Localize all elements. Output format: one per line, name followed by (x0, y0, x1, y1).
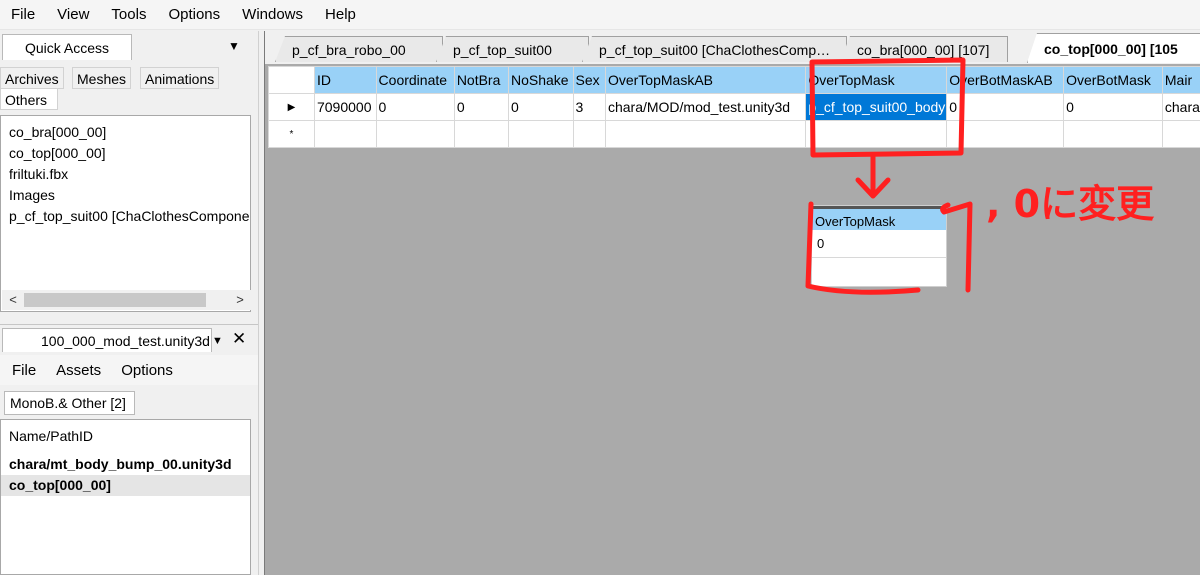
grid-cell[interactable]: 7090000 (313, 93, 377, 121)
others-list: co_bra[000_00] co_top[000_00] friltuki.f… (0, 115, 251, 312)
asset-list: Name/PathID chara/mt_body_bump_00.unity3… (0, 419, 251, 575)
result-grid-snippet: OverTopMask 0 (811, 205, 947, 287)
grid-cell[interactable] (572, 120, 606, 148)
file-sub-menu: File Assets Options (0, 355, 258, 385)
column-header[interactable]: OverTopMask (805, 66, 948, 94)
column-header[interactable]: Coordinate (375, 66, 455, 94)
doc-tab-active[interactable]: co_top[000_00] [105 (1027, 33, 1200, 63)
grid-cell[interactable]: 3 (572, 93, 606, 121)
list-item[interactable]: p_cf_top_suit00 [ChaClothesCompone (1, 206, 250, 227)
asset-list-header[interactable]: Name/PathID (1, 420, 250, 454)
file-tab-dropdown-icon[interactable]: ▼ (212, 335, 223, 347)
grid-cell[interactable] (313, 120, 377, 148)
tab-monob-other[interactable]: MonoB.& Other [2] (4, 391, 135, 415)
submenu-assets[interactable]: Assets (56, 362, 101, 379)
menu-windows[interactable]: Windows (242, 6, 303, 23)
menu-options[interactable]: Options (168, 6, 220, 23)
grid-cell[interactable]: chara/MOD/mod_test.unity3d (604, 93, 807, 121)
list-item[interactable]: co_bra[000_00] (1, 122, 250, 143)
grid-cell[interactable]: 0 (507, 93, 574, 121)
column-header[interactable]: NoShake (507, 66, 574, 94)
doc-tab[interactable]: co_bra[000_00] [107] (840, 36, 1008, 62)
result-column-header: OverTopMask (812, 206, 946, 230)
close-icon[interactable]: ✕ (232, 329, 246, 349)
grid-cell[interactable] (1161, 120, 1200, 148)
menu-view[interactable]: View (57, 6, 89, 23)
chevron-right-icon[interactable]: > (229, 290, 251, 310)
scrollbar-thumb[interactable] (24, 293, 206, 307)
file-tab-row: 100_000_mod_test.unity3d ▼ ✕ (0, 324, 258, 352)
column-header[interactable]: OverBotMaskAB (946, 66, 1065, 94)
category-tabs: Archives Meshes Animations Others (0, 67, 250, 111)
menu-help[interactable]: Help (325, 6, 356, 23)
column-header[interactable]: OverBotMask (1063, 66, 1163, 94)
grid-cell[interactable]: 0 (375, 93, 455, 121)
list-item[interactable]: Images (1, 185, 250, 206)
tab-others[interactable]: Others (0, 88, 58, 110)
result-cell: 0 (812, 230, 946, 258)
quick-access-tab[interactable]: Quick Access (2, 34, 132, 60)
quick-access-dropdown-icon[interactable]: ▼ (228, 39, 240, 53)
grid-cell[interactable] (1063, 120, 1163, 148)
grid-cell-selected[interactable]: p_cf_top_suit00_body (805, 93, 948, 121)
submenu-options[interactable]: Options (121, 362, 173, 379)
column-header[interactable]: NotBra (453, 66, 509, 94)
doc-tab[interactable]: p_cf_bra_robo_00 (275, 36, 443, 62)
column-header[interactable]: Mair (1161, 66, 1200, 94)
menu-file[interactable]: File (11, 6, 35, 23)
grid-corner[interactable] (268, 66, 315, 94)
grid-cell[interactable]: chara (1161, 93, 1200, 121)
horizontal-scrollbar[interactable]: < > (2, 290, 251, 310)
submenu-file[interactable]: File (12, 362, 36, 379)
tab-archives[interactable]: Archives (0, 67, 64, 89)
grid-cell[interactable]: 0 (1063, 93, 1163, 121)
new-row-marker[interactable]: * (268, 120, 315, 148)
asset-row[interactable]: chara/mt_body_bump_00.unity3d (1, 454, 250, 475)
grid-cell[interactable] (507, 120, 574, 148)
annotation-text: , 0に変更 (986, 182, 1155, 226)
doc-tab[interactable]: p_cf_top_suit00 [ChaClothesComp… (582, 36, 847, 62)
data-grid: ID Coordinate NotBra NoShake Sex OverTop… (268, 66, 1200, 148)
grid-cell[interactable] (805, 120, 948, 148)
file-tab[interactable]: 100_000_mod_test.unity3d (2, 328, 212, 352)
grid-cell[interactable] (375, 120, 455, 148)
grid-cell[interactable] (946, 120, 1065, 148)
doc-tab[interactable]: p_cf_top_suit00 (436, 36, 589, 62)
grid-cell[interactable] (604, 120, 807, 148)
tab-animations[interactable]: Animations (140, 67, 220, 89)
menubar: File View Tools Options Windows Help (0, 0, 1200, 30)
grid-cell[interactable]: 0 (946, 93, 1065, 121)
column-header[interactable]: Sex (572, 66, 606, 94)
new-row: * (268, 120, 1200, 148)
left-pane: Quick Access ▼ Archives Meshes Animation… (0, 31, 258, 575)
grid-cell[interactable]: 0 (453, 93, 509, 121)
document-tabs: p_cf_bra_robo_00 p_cf_top_suit00 p_cf_to… (265, 31, 1200, 64)
grid-cell[interactable] (453, 120, 509, 148)
tab-meshes[interactable]: Meshes (72, 67, 132, 89)
chevron-left-icon[interactable]: < (2, 290, 24, 310)
current-row-indicator-icon[interactable]: ▶ (268, 93, 315, 121)
list-item[interactable]: friltuki.fbx (1, 164, 250, 185)
list-item[interactable]: co_top[000_00] (1, 143, 250, 164)
editor-area: p_cf_bra_robo_00 p_cf_top_suit00 p_cf_to… (264, 31, 1200, 575)
column-header[interactable]: ID (313, 66, 377, 94)
table-row: ▶ 7090000 0 0 0 3 chara/MOD/mod_test.uni… (268, 93, 1200, 121)
asset-row[interactable]: co_top[000_00] (1, 475, 250, 496)
column-header[interactable]: OverTopMaskAB (604, 66, 807, 94)
menu-tools[interactable]: Tools (111, 6, 146, 23)
